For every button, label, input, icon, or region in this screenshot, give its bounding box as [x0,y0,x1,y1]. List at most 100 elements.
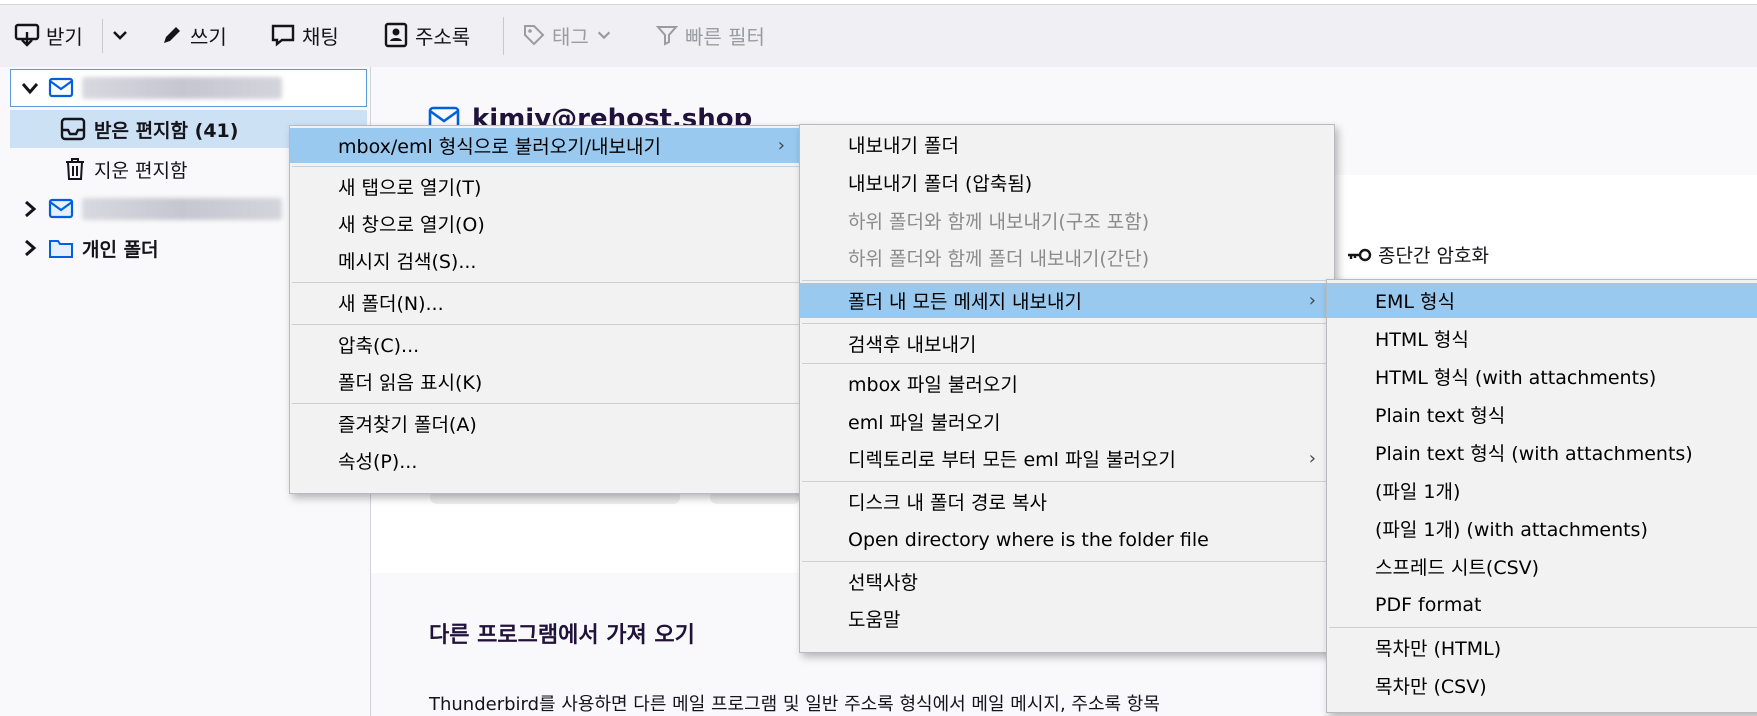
context-menu-item[interactable]: 속성(P)... [290,443,803,478]
export-format-item[interactable]: 스프레드 시트(CSV) [1327,549,1757,584]
menu-separator [292,324,801,325]
menu-separator [802,323,1332,324]
import-export-item[interactable]: 선택사항 [800,564,1334,599]
import-export-item[interactable]: 하위 폴더와 함께 내보내기(구조 포함) [800,203,1334,238]
menu-separator [802,481,1332,482]
local-folders-row[interactable]: 개인 폴더 [20,230,159,266]
import-export-item[interactable]: 내보내기 폴더 (압축됨) [800,165,1334,200]
chevron-right-icon[interactable] [20,199,40,219]
address-book-icon [384,22,408,48]
chat-label: 채팅 [302,24,339,49]
menu-separator [802,561,1332,562]
import-export-item-label: 검색후 내보내기 [848,334,977,356]
menu-separator [802,363,1332,364]
import-export-item[interactable]: 내보내기 폴더 [800,127,1334,162]
export-format-item[interactable]: (파일 1개) (with attachments) [1327,511,1757,546]
export-format-item[interactable]: Plain text 형식 (with attachments) [1327,435,1757,470]
import-export-item[interactable]: mbox 파일 불러오기 [800,366,1334,401]
context-menu-item[interactable]: 새 폴더(N)... [290,285,803,320]
folder-icon [49,240,73,258]
quick-filter-button[interactable]: 빠른 필터 [655,19,765,51]
context-menu-item[interactable]: 메시지 검색(S)... [290,243,803,278]
context-menu-item-label: mbox/eml 형식으로 불러오기/내보내기 [338,136,661,158]
export-format-item-label: 스프레드 시트(CSV) [1375,557,1540,579]
import-export-item-label: 선택사항 [848,572,918,594]
context-menu-item-label: 새 탭으로 열기(T) [338,177,482,199]
import-export-item[interactable]: 도움말 [800,601,1334,636]
mail-account-icon [48,198,74,219]
inbox-label: 받은 편지함 (41) [94,119,239,142]
export-format-item-label: (파일 1개) [1375,481,1461,503]
context-menu-item[interactable]: 폴더 읽음 표시(K) [290,364,803,399]
export-format-item[interactable]: (파일 1개) [1327,473,1757,508]
menu-separator [1329,627,1757,628]
context-menu-item[interactable]: 즐겨찾기 폴더(A) [290,406,803,441]
import-export-item[interactable]: 디렉토리로 부터 모든 eml 파일 불러오기 › [800,441,1334,476]
chat-icon [271,24,295,47]
write-button[interactable]: 쓰기 [160,19,227,51]
import-export-item-label: 내보내기 폴더 [848,135,959,157]
context-menu-item[interactable]: 새 창으로 열기(O) [290,206,803,241]
trash-row[interactable]: 지운 편지함 [64,151,187,187]
context-menu-item-label: 즐겨찾기 폴더(A) [338,414,477,436]
export-format-item-label: Plain text 형식 (with attachments) [1375,443,1693,465]
get-mail-dropdown[interactable] [110,19,136,51]
folder-context-menu: mbox/eml 형식으로 불러오기/내보내기 › 새 탭으로 열기(T) 새 창으로… [289,125,804,494]
context-menu-item[interactable]: mbox/eml 형식으로 불러오기/내보내기 › [290,128,803,163]
import-export-item[interactable]: 폴더 내 모든 메세지 내보내기 › [800,283,1334,318]
chevron-down-icon[interactable] [20,78,40,98]
e2e-encryption-link[interactable]: 종단간 암호화 [1346,241,1489,268]
export-format-item[interactable]: 목차만 (HTML) [1327,630,1757,665]
import-export-item-label: 디스크 내 폴더 경로 복사 [848,492,1047,514]
import-export-item-label: 하위 폴더와 함께 내보내기(구조 포함) [848,211,1150,233]
export-format-item-label: PDF format [1375,593,1482,616]
export-format-item[interactable]: HTML 형식 [1327,321,1757,356]
context-menu-item[interactable]: 압축(C)... [290,327,803,362]
import-export-item[interactable]: Open directory where is the folder file [800,522,1334,557]
export-format-item[interactable]: PDF format [1327,587,1757,622]
tag-icon [524,25,545,46]
export-format-item-label: HTML 형식 (with attachments) [1375,367,1657,389]
export-format-item-label: Plain text 형식 [1375,405,1506,427]
submenu-arrow-icon: › [1308,290,1316,311]
pencil-icon [164,27,180,43]
tag-label: 태그 [552,24,589,49]
context-menu-item-label: 새 창으로 열기(O) [338,214,485,236]
import-export-item[interactable]: 검색후 내보내기 [800,326,1334,361]
account-row-2[interactable] [20,191,282,227]
menu-separator [292,403,801,404]
submenu-arrow-icon: › [1308,448,1316,469]
export-format-item[interactable]: HTML 형식 (with attachments) [1327,359,1757,394]
account-row-1-content [20,70,282,106]
import-export-submenu: 내보내기 폴더내보내기 폴더 (압축됨) 하위 폴더와 함께 내보내기(구조 포함… [799,124,1335,653]
trash-label: 지운 편지함 [94,159,188,182]
inbox-icon [60,117,86,141]
import-export-item-label: 하위 폴더와 함께 폴더 내보내기(간단) [848,248,1150,270]
export-format-item-label: EML 형식 [1375,291,1455,313]
menu-separator [292,166,801,167]
import-export-item-label: mbox 파일 불러오기 [848,374,1018,396]
context-menu-item-label: 새 폴더(N)... [338,293,444,315]
e2e-encryption-label: 종단간 암호화 [1378,245,1489,267]
export-format-item[interactable]: 목차만 (CSV) [1327,668,1757,703]
get-mail-button[interactable]: 받기 [14,19,83,51]
tag-button[interactable]: 태그 [522,19,619,51]
export-format-item[interactable]: Plain text 형식 [1327,397,1757,432]
key-icon [1348,248,1372,261]
import-export-item-label: 디렉토리로 부터 모든 eml 파일 불러오기 [848,449,1176,471]
import-heading: 다른 프로그램에서 가져 오기 [429,623,695,648]
chevron-down-icon [113,31,127,40]
export-format-submenu: EML 형식 HTML 형식 HTML 형식 (with attachments) P… [1326,279,1757,713]
filter-icon [655,26,679,46]
address-book-button[interactable]: 주소록 [383,19,470,51]
import-export-item[interactable]: 디스크 내 폴더 경로 복사 [800,484,1334,519]
context-menu-item[interactable]: 새 탭으로 열기(T) [290,169,803,204]
trash-icon [66,158,84,180]
chat-button[interactable]: 채팅 [270,19,339,51]
mail-account-icon [48,77,74,98]
import-export-item[interactable]: eml 파일 불러오기 [800,404,1334,439]
chevron-right-icon[interactable] [20,238,40,258]
import-export-item[interactable]: 하위 폴더와 함께 폴더 내보내기(간단) [800,240,1334,275]
export-format-item[interactable]: EML 형식 [1327,283,1757,318]
import-export-item-label: eml 파일 불러오기 [848,412,1001,434]
